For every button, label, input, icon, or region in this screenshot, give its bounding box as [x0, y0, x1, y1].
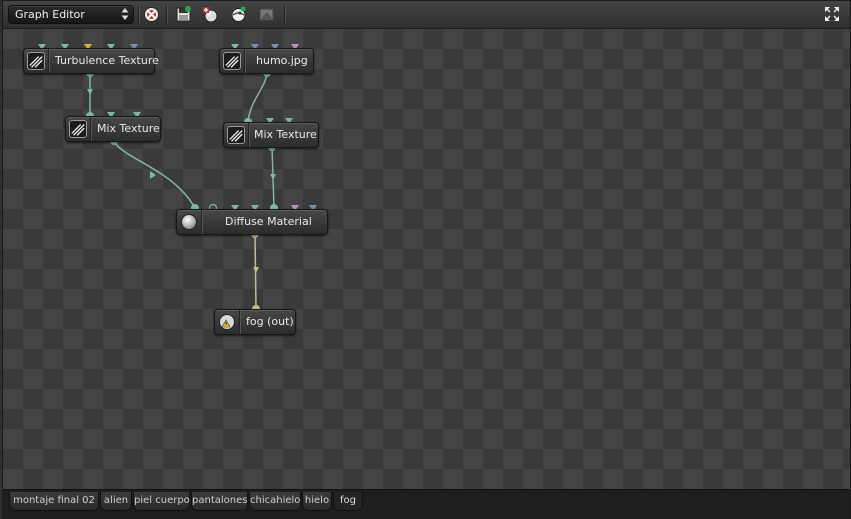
graph-tab-bar: montaje final 02 alien piel cuerpo panta…	[3, 489, 850, 519]
tab-chicahielo[interactable]: chicahielo	[249, 492, 301, 511]
toolbar-separator	[284, 6, 285, 23]
clear-graph-icon[interactable]	[142, 5, 161, 24]
texture-icon	[27, 52, 45, 70]
node-title: Mix Texture	[254, 128, 317, 141]
output-warning-icon	[219, 314, 235, 330]
tab-hielo[interactable]: hielo	[302, 492, 332, 511]
tab-montaje-final-02[interactable]: montaje final 02	[9, 492, 99, 511]
node-divider	[90, 117, 91, 141]
node-divider	[201, 210, 202, 234]
node-diffuse-material[interactable]: Diffuse Material	[176, 209, 328, 235]
node-divider	[48, 49, 49, 73]
node-mix-texture-right[interactable]: Mix Texture	[223, 122, 319, 148]
toolbar: Graph Editor	[3, 1, 850, 29]
toolbar-separator	[138, 6, 139, 23]
node-title: humo.jpg	[256, 54, 308, 67]
tab-pantalones[interactable]: pantalones	[191, 492, 248, 511]
node-divider	[244, 49, 245, 73]
tab-fog[interactable]: fog	[333, 492, 363, 511]
texture-icon	[69, 120, 87, 138]
node-connections	[38, 44, 317, 313]
node-fog-out[interactable]: fog (out)	[214, 309, 296, 335]
render-preview-icon[interactable]	[257, 5, 276, 24]
node-title: Turbulence Texture	[55, 54, 159, 67]
tab-alien[interactable]: alien	[100, 492, 132, 511]
fullscreen-icon[interactable]	[824, 6, 840, 22]
node-graph-canvas[interactable]: Turbulence Texture humo.jpg Mix Texture …	[3, 29, 850, 489]
editor-type-label: Graph Editor	[15, 8, 85, 21]
texture-icon	[227, 126, 245, 144]
toolbar-separator	[166, 6, 167, 23]
material-sphere-icon	[181, 214, 197, 230]
tab-piel-cuerpo[interactable]: piel cuerpo	[133, 492, 190, 511]
node-divider	[239, 310, 240, 334]
graph-editor-panel: Graph Editor Turbulence Texture humo.jpg…	[2, 0, 851, 519]
node-title: Diffuse Material	[225, 215, 312, 228]
editor-type-select[interactable]: Graph Editor	[8, 5, 134, 24]
node-turbulence-texture[interactable]: Turbulence Texture	[23, 48, 159, 74]
add-environment-icon[interactable]	[229, 5, 248, 24]
node-title: fog (out)	[246, 315, 294, 328]
node-mix-texture-left[interactable]: Mix Texture	[65, 116, 161, 142]
save-graph-icon[interactable]	[174, 5, 193, 24]
node-divider	[248, 123, 249, 147]
app-window: Graph Editor Turbulence Texture humo.jpg…	[0, 0, 851, 519]
texture-icon	[223, 52, 241, 70]
add-material-icon[interactable]	[201, 5, 220, 24]
node-humo-jpg[interactable]: humo.jpg	[219, 48, 314, 74]
node-title: Mix Texture	[97, 122, 160, 135]
updown-arrows-icon	[121, 8, 129, 20]
